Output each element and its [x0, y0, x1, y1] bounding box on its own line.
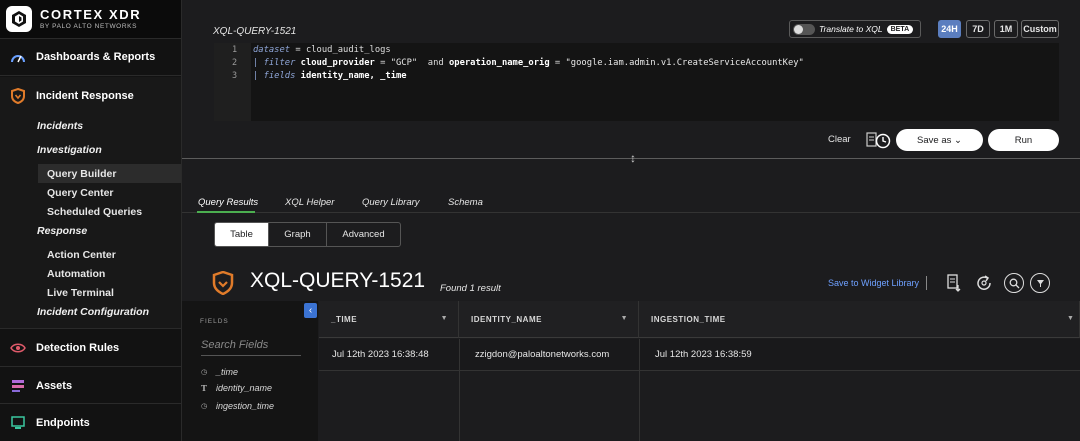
nav-investigation[interactable]: Investigation	[37, 144, 102, 156]
column-header-time[interactable]: _TIME ▼	[319, 301, 459, 338]
run-button[interactable]: Run	[988, 129, 1059, 151]
column-filter-icon[interactable]: ▼	[441, 315, 448, 322]
line-number: 2	[232, 58, 238, 68]
clock-icon: ◷	[200, 369, 208, 376]
toolbar-separator	[926, 276, 927, 290]
field-name: _time	[216, 367, 239, 377]
app-root: CORTEX XDR BY PALO ALTO NETWORKS Dashboa…	[0, 0, 1080, 441]
search-icon[interactable]	[1004, 273, 1024, 293]
endpoint-icon	[10, 415, 26, 431]
assets-icon	[10, 378, 26, 394]
column-filter-icon[interactable]: ▼	[621, 315, 628, 322]
refresh-icon[interactable]	[974, 273, 994, 293]
clear-button[interactable]: Clear	[828, 134, 851, 145]
nav-query-builder[interactable]: Query Builder	[47, 168, 116, 180]
results-table: _TIME ▼ IDENTITY_NAME ▼ INGESTION_TIME ▼ Ju…	[319, 301, 1080, 441]
tab-xql-helper[interactable]: XQL Helper	[285, 197, 334, 208]
nav-response[interactable]: Response	[37, 225, 87, 237]
range-24h-button[interactable]: 24H	[938, 20, 961, 38]
nav-incident-response[interactable]: Incident Response	[0, 77, 181, 115]
toggle-switch[interactable]	[793, 23, 815, 35]
column-divider	[639, 339, 640, 441]
nav-detection-rules[interactable]: Detection Rules	[0, 328, 181, 366]
results-tabs: Query Results XQL Helper Query Library S…	[182, 193, 1080, 213]
view-table-button[interactable]: Table	[215, 223, 269, 246]
nav-incident-configuration[interactable]: Incident Configuration	[37, 306, 149, 318]
query-title: XQL-QUERY-1521	[213, 26, 297, 37]
tab-query-results[interactable]: Query Results	[198, 197, 258, 208]
sidebar: CORTEX XDR BY PALO ALTO NETWORKS Dashboa…	[0, 0, 182, 441]
range-1m-button[interactable]: 1M	[994, 20, 1018, 38]
view-graph-button[interactable]: Graph	[269, 223, 327, 246]
active-tab-underline	[197, 211, 255, 213]
field-item[interactable]: ◷ ingestion_time	[200, 401, 274, 411]
range-custom-button[interactable]: Custom	[1021, 20, 1059, 38]
line-number: 3	[232, 71, 238, 81]
table-row[interactable]: Jul 12th 2023 16:38:48 zzigdon@paloalton…	[319, 339, 1080, 371]
search-fields-input[interactable]: Search Fields	[201, 336, 301, 356]
history-icon[interactable]	[866, 131, 892, 149]
nav-query-center[interactable]: Query Center	[47, 187, 114, 199]
detection-icon	[10, 340, 26, 356]
range-7d-button[interactable]: 7D	[966, 20, 990, 38]
nav-live-terminal[interactable]: Live Terminal	[47, 287, 114, 299]
filter-icon[interactable]	[1030, 273, 1050, 293]
code-line-1: dataset = cloud_audit_logs	[253, 45, 391, 55]
export-icon[interactable]	[944, 273, 964, 293]
save-as-button[interactable]: Save as ⌄	[896, 129, 983, 151]
brand-subtitle: BY PALO ALTO NETWORKS	[40, 22, 138, 30]
save-to-widget-link[interactable]: Save to Widget Library	[828, 278, 919, 288]
field-name: ingestion_time	[216, 401, 275, 411]
results-title: XQL-QUERY-1521	[250, 269, 426, 292]
brand-name: CORTEX XDR	[40, 6, 142, 22]
field-item[interactable]: T identity_name	[200, 383, 272, 393]
nav-scheduled-queries[interactable]: Scheduled Queries	[47, 206, 142, 218]
main-area: XQL-QUERY-1521 Translate to XQL BETA 24H…	[182, 0, 1080, 441]
nav-incident-response-label: Incident Response	[36, 90, 134, 102]
cell-time: Jul 12th 2023 16:38:48	[332, 349, 429, 360]
cell-identity-name: zzigdon@paloaltonetworks.com	[475, 349, 610, 360]
gauge-icon	[10, 49, 26, 65]
results-count: Found 1 result	[440, 283, 501, 294]
tab-query-library[interactable]: Query Library	[362, 197, 420, 208]
brand: CORTEX XDR BY PALO ALTO NETWORKS	[0, 0, 181, 38]
editor-gutter: 1 2 3	[214, 43, 251, 121]
beta-badge: BETA	[886, 24, 914, 34]
query-editor[interactable]: 1 2 3 dataset = cloud_audit_logs | filte…	[214, 43, 1059, 121]
cortex-logo-icon	[6, 6, 32, 32]
nav-detection-rules-label: Detection Rules	[36, 341, 120, 354]
translate-toggle[interactable]: Translate to XQL BETA	[789, 20, 921, 38]
tab-schema[interactable]: Schema	[448, 197, 483, 208]
field-item[interactable]: ◷ _time	[200, 367, 238, 377]
nav-assets[interactable]: Assets	[0, 366, 181, 404]
column-header-identity-name[interactable]: IDENTITY_NAME ▼	[459, 301, 639, 338]
field-name: identity_name	[216, 383, 273, 393]
nav-endpoints[interactable]: Endpoints	[0, 403, 181, 441]
nav-dashboards[interactable]: Dashboards & Reports	[0, 38, 181, 76]
clock-icon: ◷	[200, 403, 208, 410]
collapse-panel-button[interactable]: ‹	[304, 303, 317, 318]
shield-icon	[212, 270, 234, 300]
column-filter-icon[interactable]: ▼	[1067, 315, 1074, 322]
line-number: 1	[232, 45, 238, 55]
nav-assets-label: Assets	[36, 379, 73, 392]
text-type-icon: T	[201, 383, 207, 393]
column-header-ingestion-time[interactable]: INGESTION_TIME ▼	[639, 301, 1080, 338]
column-divider	[459, 339, 460, 441]
translate-label: Translate to XQL	[819, 24, 883, 34]
view-switcher: Table Graph Advanced	[214, 222, 401, 247]
fields-header: FIELDS	[200, 318, 229, 325]
nav-endpoints-label: Endpoints	[36, 416, 90, 429]
nav-incident-response-group: Incident Response Incidents Investigatio…	[0, 77, 181, 329]
shield-icon	[10, 88, 26, 104]
cell-ingestion-time: Jul 12th 2023 16:38:59	[655, 349, 752, 360]
nav-incidents[interactable]: Incidents	[37, 120, 83, 132]
nav-dashboards-label: Dashboards & Reports	[36, 51, 156, 63]
view-advanced-button[interactable]: Advanced	[327, 223, 400, 246]
code-line-3: | fields identity_name, _time	[253, 71, 407, 81]
nav-action-center[interactable]: Action Center	[47, 249, 116, 261]
code-line-2: | filter cloud_provider = "GCP" and oper…	[253, 58, 804, 68]
resize-handle-icon[interactable]: ↕	[630, 151, 636, 165]
nav-automation[interactable]: Automation	[47, 268, 105, 280]
